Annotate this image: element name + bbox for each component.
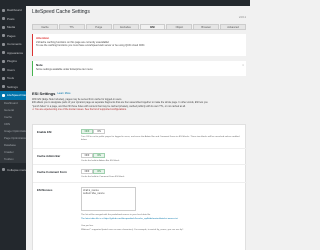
tab-esi[interactable]: ESI xyxy=(139,24,166,29)
main-content: LiteSpeed Cache Settings v3.6.1 Cache TT… xyxy=(30,6,248,250)
setting-row-enable-esi: Enable ESI OFF ON Turn ON to cache publi… xyxy=(33,125,247,149)
setting-description: Wildcard * supported (match zero or more… xyxy=(81,229,184,231)
submenu-item-general[interactable]: General xyxy=(0,106,26,114)
version-label: v3.6.1 xyxy=(238,16,246,19)
plugin-icon xyxy=(2,59,5,63)
notice-text: To use the caching functions you must ha… xyxy=(36,44,145,48)
settings-tabs: Cache TTL Purge Excludes ESI Object Brow… xyxy=(32,24,246,30)
close-icon[interactable]: × xyxy=(242,63,244,67)
setting-label: Cache Comment Form xyxy=(37,170,67,174)
sidebar-item-users[interactable]: Users xyxy=(0,66,26,75)
comment-icon xyxy=(2,42,5,46)
sidebar-item-tools[interactable]: Tools xyxy=(0,74,26,83)
setting-label: Enable ESI xyxy=(37,130,52,134)
error-notice: Attention LSCache caching functions on t… xyxy=(32,34,246,56)
toggle-on-option[interactable]: ON xyxy=(93,169,105,174)
dashboard-icon xyxy=(2,8,5,12)
page-header: LiteSpeed Cache Settings xyxy=(30,6,248,18)
page-title: LiteSpeed Cache Settings xyxy=(32,9,90,15)
notice-text: LSCache caching functions on this page a… xyxy=(36,40,110,44)
sidebar-item-pages[interactable]: Pages xyxy=(0,32,26,41)
collapse-menu-button[interactable]: Collapse menu xyxy=(0,166,26,175)
notice-title: Note xyxy=(36,62,43,67)
submenu-item-crawler[interactable]: Crawler xyxy=(0,148,26,156)
litespeed-icon xyxy=(2,93,5,97)
settings-icon xyxy=(2,85,5,89)
sidebar-item-plugins[interactable]: Plugins xyxy=(0,57,26,66)
submenu-item-cache[interactable]: Cache xyxy=(0,113,26,121)
brush-icon xyxy=(2,51,5,55)
pin-icon xyxy=(2,17,5,21)
tab-advanced[interactable]: Advanced xyxy=(220,24,246,29)
info-notice: Note Some settings available under Enter… xyxy=(32,61,246,76)
sidebar-item-dashboard[interactable]: Dashboard xyxy=(0,6,26,15)
tab-ttl[interactable]: TTL xyxy=(58,24,85,29)
setting-description: Turn ON to cache public pages for logged… xyxy=(81,136,240,141)
esi-nonces-textarea[interactable]: stats_nonce subscribe_nonce xyxy=(81,187,136,211)
esi-settings-form: Enable ESI OFF ON Turn ON to cache publi… xyxy=(32,124,247,250)
sidebar-item-posts[interactable]: Posts xyxy=(0,15,26,24)
section-header: ESI Settings Learn More xyxy=(32,91,71,96)
tab-cache[interactable]: Cache xyxy=(32,24,58,29)
setting-description: Cache the build-in Comment Form ESI bloc… xyxy=(81,176,125,178)
tab-browser[interactable]: Browser xyxy=(193,24,220,29)
setting-row-cache-comment-form: Cache Comment Form OFF ON Cache the buil… xyxy=(33,165,247,183)
cache-admin-bar-toggle[interactable]: OFF ON xyxy=(81,153,105,158)
setting-label: Cache Admin Bar xyxy=(37,154,61,158)
page-icon xyxy=(2,34,5,38)
warning-text: ⚠ You are experiencing one of the known … xyxy=(32,108,127,112)
toggle-off-option[interactable]: OFF xyxy=(81,129,93,134)
sidebar-item-comments[interactable]: Comments xyxy=(0,40,26,49)
submenu-item-cdn[interactable]: CDN xyxy=(0,120,26,128)
setting-description: Cache the build-in Admin Bar ESI block. xyxy=(81,160,120,162)
enable-esi-toggle[interactable]: OFF ON xyxy=(81,129,105,134)
tab-purge[interactable]: Purge xyxy=(85,24,112,29)
notice-text: Some settings available under Enterprise… xyxy=(36,67,93,71)
setting-description: One per line. xyxy=(81,225,94,227)
toggle-on-option[interactable]: ON xyxy=(93,153,105,158)
setting-description: The list will be merged with the predefi… xyxy=(81,214,151,216)
cache-comment-form-toggle[interactable]: OFF ON xyxy=(81,169,105,174)
data-file-link[interactable]: The latest data file is at https://githu… xyxy=(81,218,241,221)
admin-sidebar: Dashboard Posts Media Pages Comments App… xyxy=(0,6,26,250)
setting-label: ESI Nonces xyxy=(37,188,53,192)
section-title: ESI Settings xyxy=(32,91,56,96)
tab-object[interactable]: Object xyxy=(166,24,193,29)
submenu-item-database[interactable]: Database xyxy=(0,141,26,149)
setting-row-esi-nonces: ESI Nonces stats_nonce subscribe_nonce T… xyxy=(33,183,247,250)
submenu-item-image-optimization[interactable]: Image Optimization xyxy=(0,127,26,135)
user-icon xyxy=(2,68,5,72)
toggle-on-option[interactable]: ON xyxy=(93,129,105,134)
sidebar-item-media[interactable]: Media xyxy=(0,23,26,32)
wrench-icon xyxy=(2,76,5,80)
notice-title: Attention xyxy=(36,35,50,40)
media-icon xyxy=(2,25,5,29)
section-intro: With ESI (Edge Side Includes), pages may… xyxy=(32,98,246,112)
submenu-item-toolbox[interactable]: Toolbox xyxy=(0,155,26,163)
toggle-off-option[interactable]: OFF xyxy=(81,153,93,158)
sidebar-item-settings[interactable]: Settings xyxy=(0,83,26,92)
submenu-item-page-optimization[interactable]: Page Optimization xyxy=(0,134,26,142)
tab-excludes[interactable]: Excludes xyxy=(112,24,139,29)
submenu-item-dashboard[interactable]: Dashboard xyxy=(0,99,26,107)
collapse-icon xyxy=(2,168,5,172)
sidebar-item-litespeed-cache[interactable]: LiteSpeed Cache xyxy=(0,91,26,100)
sidebar-item-appearance[interactable]: Appearance xyxy=(0,49,26,58)
toggle-off-option[interactable]: OFF xyxy=(81,169,93,174)
setting-row-cache-admin-bar: Cache Admin Bar OFF ON Cache the build-i… xyxy=(33,149,247,165)
learn-more-link[interactable]: Learn More xyxy=(57,92,70,95)
